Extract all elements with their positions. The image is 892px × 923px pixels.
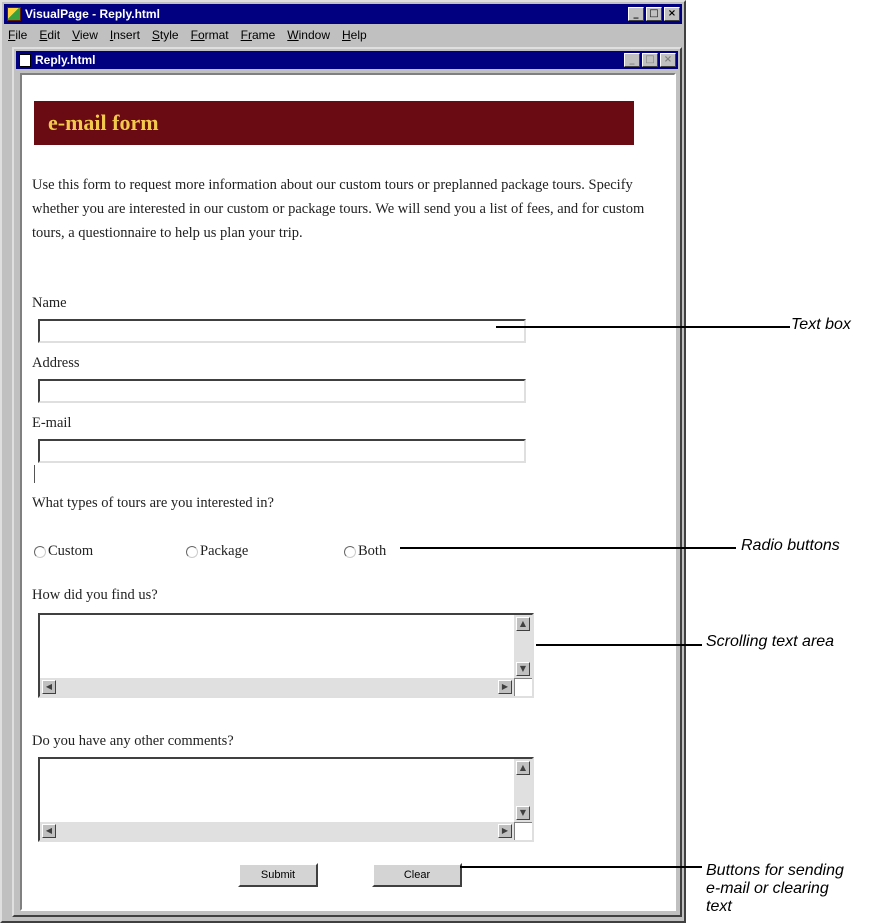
page-heading: e-mail form [34, 101, 634, 145]
text-box-callout: Text box [791, 316, 851, 333]
buttons-callout-line-3: text [706, 898, 732, 915]
app-titlebar[interactable]: VisualPage - Reply.html _ □ × [4, 4, 682, 24]
doc-maximize-icon[interactable]: □ [642, 53, 658, 67]
radio-both[interactable]: Both [344, 543, 386, 560]
horizontal-scrollbar[interactable]: ◀ ▶ [40, 822, 514, 840]
radio-circle-icon[interactable] [186, 545, 198, 558]
address-field[interactable] [38, 379, 526, 403]
page-canvas: e-mail form Use this form to request mor… [20, 73, 676, 911]
comments-textarea[interactable]: ▲ ▼ ◀ ▶ [38, 757, 534, 842]
find-us-question: How did you find us? [32, 587, 158, 603]
scroll-down-icon[interactable]: ▼ [516, 662, 530, 676]
minimize-icon[interactable]: _ [628, 7, 644, 21]
application-window: VisualPage - Reply.html _ □ × File Edit … [0, 0, 686, 923]
menu-window[interactable]: Window [287, 28, 330, 42]
tour-type-radio-group: Custom Package Both [34, 543, 674, 563]
menu-help[interactable]: Help [342, 28, 367, 42]
document-title: Reply.html [35, 53, 96, 67]
find-us-textarea[interactable]: ▲ ▼ ◀ ▶ [38, 613, 534, 698]
scroll-left-icon[interactable]: ◀ [42, 824, 56, 838]
menu-format[interactable]: Format [191, 28, 229, 42]
menu-insert[interactable]: Insert [110, 28, 140, 42]
radio-custom[interactable]: Custom [34, 543, 93, 560]
buttons-callout-line-2: e-mail or clearing [706, 880, 829, 897]
scroll-down-icon[interactable]: ▼ [516, 806, 530, 820]
doc-minimize-icon[interactable]: _ [624, 53, 640, 67]
scrolling-text-area-callout-line [536, 644, 702, 646]
scroll-up-icon[interactable]: ▲ [516, 761, 530, 775]
radio-buttons-callout: Radio buttons [741, 537, 840, 554]
buttons-callout-line-1: Buttons for sending [706, 862, 844, 879]
email-label: E-mail [32, 415, 72, 431]
buttons-callout: Buttons for sending e-mail or clearing t… [706, 862, 844, 916]
radio-circle-icon[interactable] [34, 545, 46, 558]
scroll-up-icon[interactable]: ▲ [516, 617, 530, 631]
scrollbar-corner [514, 822, 532, 840]
maximize-icon[interactable]: □ [646, 7, 662, 21]
insertion-cursor [34, 465, 35, 483]
menu-edit[interactable]: Edit [39, 28, 60, 42]
document-titlebar[interactable]: Reply.html _ □ × [16, 51, 678, 69]
menu-file[interactable]: File [8, 28, 27, 42]
menu-style[interactable]: Style [152, 28, 179, 42]
comments-question: Do you have any other comments? [32, 733, 234, 749]
vertical-scrollbar[interactable]: ▲ ▼ [514, 615, 532, 678]
horizontal-scrollbar[interactable]: ◀ ▶ [40, 678, 514, 696]
menu-view[interactable]: View [72, 28, 98, 42]
scroll-left-icon[interactable]: ◀ [42, 680, 56, 694]
address-label: Address [32, 355, 80, 371]
radio-package[interactable]: Package [186, 543, 248, 560]
scrolling-text-area-callout: Scrolling text area [706, 633, 835, 650]
app-title: VisualPage - Reply.html [25, 7, 160, 21]
intro-paragraph: Use this form to request more informatio… [32, 177, 645, 241]
doc-close-icon[interactable]: × [660, 53, 676, 67]
radio-buttons-callout-line [400, 547, 736, 549]
menu-bar: File Edit View Insert Style Format Frame… [4, 25, 682, 45]
visualpage-app-icon[interactable] [7, 7, 21, 21]
vertical-scrollbar[interactable]: ▲ ▼ [514, 759, 532, 822]
html-document-icon[interactable] [19, 53, 31, 67]
scrollbar-corner [514, 678, 532, 696]
scroll-right-icon[interactable]: ▶ [498, 824, 512, 838]
scroll-right-icon[interactable]: ▶ [498, 680, 512, 694]
clear-button[interactable]: Clear [372, 863, 462, 887]
tour-type-question: What types of tours are you interested i… [32, 495, 274, 511]
menu-frame[interactable]: Frame [241, 28, 276, 42]
radio-circle-icon[interactable] [344, 545, 356, 558]
name-label: Name [32, 295, 67, 311]
text-box-callout-line [496, 326, 790, 328]
submit-button[interactable]: Submit [238, 863, 318, 887]
buttons-callout-line [460, 866, 702, 868]
document-window: Reply.html _ □ × e-mail form Use this fo… [12, 47, 682, 917]
close-icon[interactable]: × [664, 7, 680, 21]
email-field[interactable] [38, 439, 526, 463]
name-field[interactable] [38, 319, 526, 343]
